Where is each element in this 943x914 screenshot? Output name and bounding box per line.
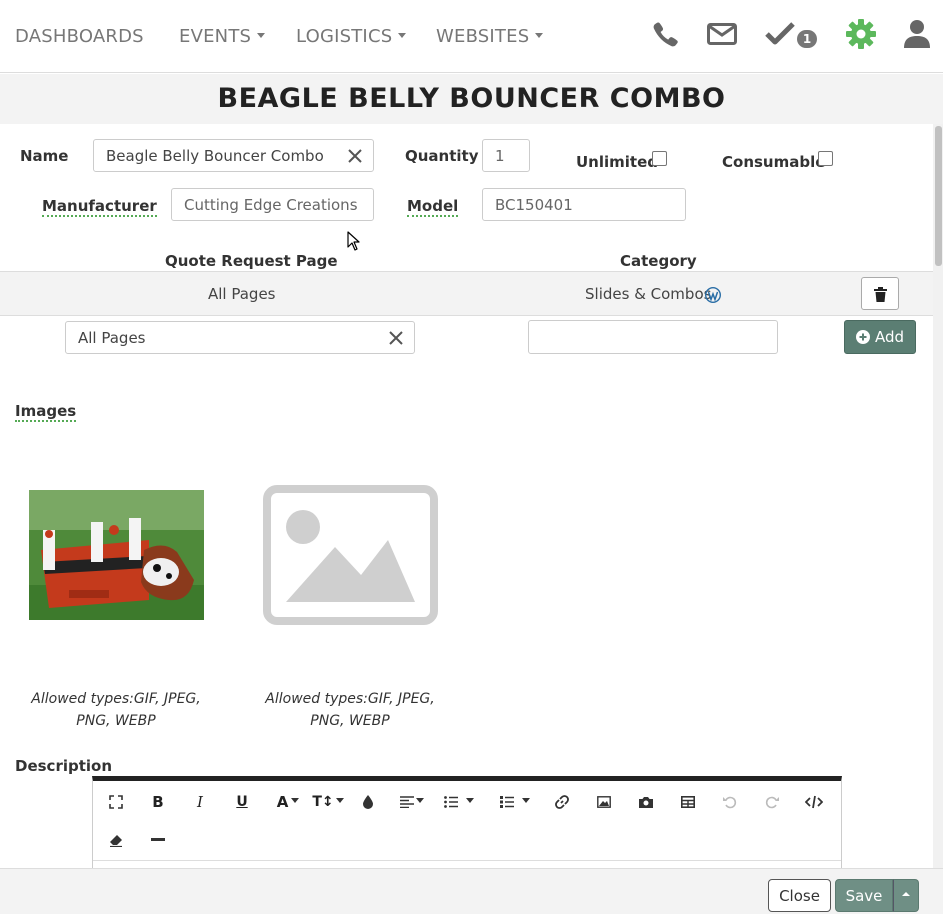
- caret-up-icon: [902, 891, 910, 896]
- ordered-list-icon[interactable]: [439, 789, 479, 815]
- image-caption: Allowed types:GIF, JPEG, PNG, WEBP: [265, 691, 435, 729]
- nav-logistics[interactable]: LOGISTICS: [296, 26, 407, 47]
- description-editor[interactable]: B I U A T↕: [92, 776, 842, 876]
- quantity-label: Quantity: [405, 147, 479, 165]
- clear-icon[interactable]: [347, 148, 363, 164]
- caret-down-icon: [398, 32, 407, 38]
- undo-icon[interactable]: [717, 789, 743, 815]
- add-category-button[interactable]: Add: [844, 320, 916, 354]
- row-category-value: Slides & Combos: [585, 285, 712, 303]
- caret-down-icon: [257, 32, 266, 38]
- camera-icon[interactable]: [633, 789, 659, 815]
- consumable-label: Consumable: [722, 153, 826, 171]
- wordpress-icon: [705, 287, 721, 303]
- quantity-input[interactable]: 1: [482, 139, 530, 172]
- description-label: Description: [15, 757, 113, 775]
- eraser-icon[interactable]: [103, 827, 129, 853]
- manufacturer-label: Manufacturer: [42, 197, 157, 217]
- save-button[interactable]: Save: [835, 879, 893, 912]
- toolbar-divider: [93, 860, 841, 861]
- quote-page-select[interactable]: All Pages: [65, 321, 415, 354]
- table-icon[interactable]: [675, 789, 701, 815]
- nav-dashboards[interactable]: DASHBOARDS: [15, 26, 144, 47]
- check-icon[interactable]: [764, 18, 796, 50]
- name-input[interactable]: Beagle Belly Bouncer Combo: [93, 139, 374, 172]
- align-icon[interactable]: [397, 789, 427, 815]
- product-image[interactable]: [29, 490, 204, 620]
- top-nav: DASHBOARDS EVENTS LOGISTICS WEBSITES 1: [0, 0, 943, 73]
- image-icon[interactable]: [591, 789, 617, 815]
- phone-icon[interactable]: [650, 18, 682, 50]
- mouse-cursor-icon: [347, 231, 360, 251]
- page-title: BEAGLE BELLY BOUNCER COMBO: [217, 83, 726, 114]
- col-quote-request-page: Quote Request Page: [165, 252, 338, 270]
- font-color-icon[interactable]: A: [271, 789, 305, 815]
- fullscreen-icon[interactable]: [103, 789, 129, 815]
- link-icon[interactable]: [549, 789, 575, 815]
- images-label: Images: [15, 402, 77, 422]
- envelope-icon[interactable]: [706, 18, 738, 50]
- consumable-checkbox[interactable]: [818, 151, 833, 166]
- bold-icon[interactable]: B: [145, 789, 171, 815]
- model-label: Model: [407, 197, 459, 217]
- page-title-bar: BEAGLE BELLY BOUNCER COMBO: [0, 74, 943, 124]
- highlight-icon[interactable]: [355, 789, 381, 815]
- redo-icon[interactable]: [759, 789, 785, 815]
- trash-icon: [874, 287, 887, 302]
- table-row: [0, 271, 933, 316]
- nav-events[interactable]: EVENTS: [179, 26, 266, 47]
- category-input[interactable]: [528, 320, 778, 354]
- gear-icon[interactable]: [845, 18, 877, 50]
- clear-icon[interactable]: [388, 330, 404, 346]
- horizontal-rule-icon[interactable]: [145, 827, 171, 853]
- italic-icon[interactable]: I: [187, 789, 213, 815]
- plus-circle-icon: [855, 330, 870, 344]
- caret-down-icon: [535, 32, 544, 38]
- scrollbar-thumb[interactable]: [935, 126, 942, 266]
- underline-icon[interactable]: U: [229, 789, 255, 815]
- image-caption: Allowed types:GIF, JPEG, PNG, WEBP: [31, 691, 201, 729]
- user-icon[interactable]: [901, 18, 933, 50]
- model-input[interactable]: BC150401: [482, 188, 686, 221]
- close-button[interactable]: Close: [768, 879, 831, 912]
- unlimited-checkbox[interactable]: [652, 151, 667, 166]
- manufacturer-input[interactable]: Cutting Edge Creations: [171, 188, 374, 221]
- save-options-dropdown[interactable]: [893, 879, 919, 912]
- delete-row-button[interactable]: [861, 277, 899, 310]
- col-category: Category: [620, 252, 697, 270]
- image-placeholder-icon[interactable]: [263, 485, 438, 625]
- tasks-badge: 1: [797, 30, 817, 48]
- row-page-value: All Pages: [208, 285, 276, 303]
- nav-websites[interactable]: WEBSITES: [436, 26, 544, 47]
- font-size-icon[interactable]: T↕: [311, 789, 345, 815]
- unordered-list-icon[interactable]: [495, 789, 535, 815]
- code-view-icon[interactable]: [801, 789, 827, 815]
- name-label: Name: [20, 147, 69, 165]
- unlimited-label: Unlimited: [576, 153, 658, 171]
